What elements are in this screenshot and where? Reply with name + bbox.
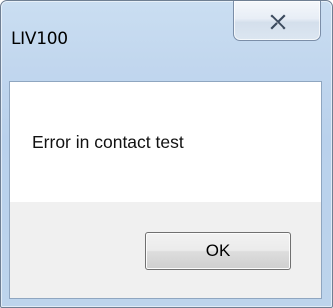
message-area: Error in contact test <box>10 82 321 202</box>
button-area: OK <box>10 202 321 298</box>
ok-button[interactable]: OK <box>145 232 291 270</box>
close-icon <box>270 14 286 30</box>
dialog-window: LIV100 Error in contact test OK <box>0 0 333 308</box>
error-message: Error in contact test <box>32 132 184 152</box>
close-button[interactable] <box>233 1 321 41</box>
dialog-content: Error in contact test OK <box>9 81 322 299</box>
window-title: LIV100 <box>11 29 68 49</box>
title-bar[interactable]: LIV100 <box>1 1 332 81</box>
